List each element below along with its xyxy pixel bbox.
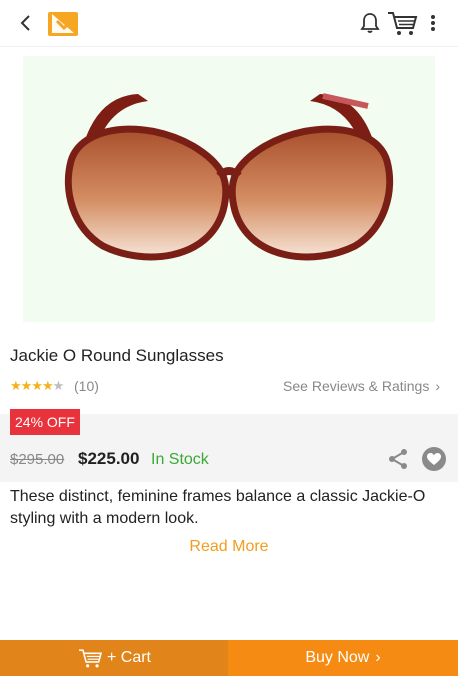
sale-price: $225.00 bbox=[78, 449, 140, 468]
original-price: $295.00 bbox=[10, 451, 65, 468]
star-icon: ★ bbox=[10, 378, 22, 393]
product-description: These distinct, feminine frames balance … bbox=[10, 488, 426, 527]
more-vertical-icon[interactable] bbox=[424, 11, 442, 35]
stock-status: In Stock bbox=[151, 451, 209, 468]
bottom-action-bar: + Cart Buy Now › bbox=[0, 640, 458, 676]
price-panel: 24% OFF $295.00 $225.00 In Stock bbox=[0, 409, 458, 482]
cart-icon[interactable] bbox=[386, 9, 418, 37]
share-icon[interactable] bbox=[386, 447, 410, 471]
bell-icon[interactable] bbox=[358, 11, 382, 35]
chevron-right-icon: › bbox=[375, 649, 381, 666]
buy-now-label: Buy Now bbox=[305, 649, 370, 666]
see-reviews-link[interactable]: See Reviews & Ratings › bbox=[283, 378, 440, 394]
rating-row: ★★★★★ (10) See Reviews & Ratings › bbox=[10, 377, 448, 397]
star-icon: ★ bbox=[20, 378, 33, 393]
star-rating: ★★★★★ bbox=[10, 378, 65, 394]
add-to-cart-button[interactable]: + Cart bbox=[0, 640, 228, 676]
see-reviews-label: See Reviews & Ratings bbox=[283, 378, 430, 394]
star-icon: ★ bbox=[31, 378, 43, 393]
top-app-bar bbox=[0, 0, 458, 47]
chevron-right-icon: › bbox=[435, 378, 440, 394]
star-icon: ★ bbox=[41, 378, 54, 393]
read-more-link[interactable]: Read More bbox=[0, 538, 458, 556]
buy-now-button[interactable]: Buy Now › bbox=[228, 640, 458, 676]
cart-icon bbox=[78, 649, 103, 668]
discount-badge: 24% OFF bbox=[10, 409, 80, 435]
star-icon: ★ bbox=[52, 378, 65, 393]
brand-logo-icon[interactable] bbox=[47, 9, 79, 37]
favorite-heart-icon[interactable] bbox=[421, 446, 447, 472]
review-count: (10) bbox=[74, 378, 99, 394]
back-arrow-icon[interactable] bbox=[14, 11, 38, 35]
sunglasses-product-image[interactable] bbox=[23, 56, 435, 322]
add-to-cart-label: + Cart bbox=[106, 649, 151, 666]
product-title: Jackie O Round Sunglasses bbox=[10, 346, 224, 365]
